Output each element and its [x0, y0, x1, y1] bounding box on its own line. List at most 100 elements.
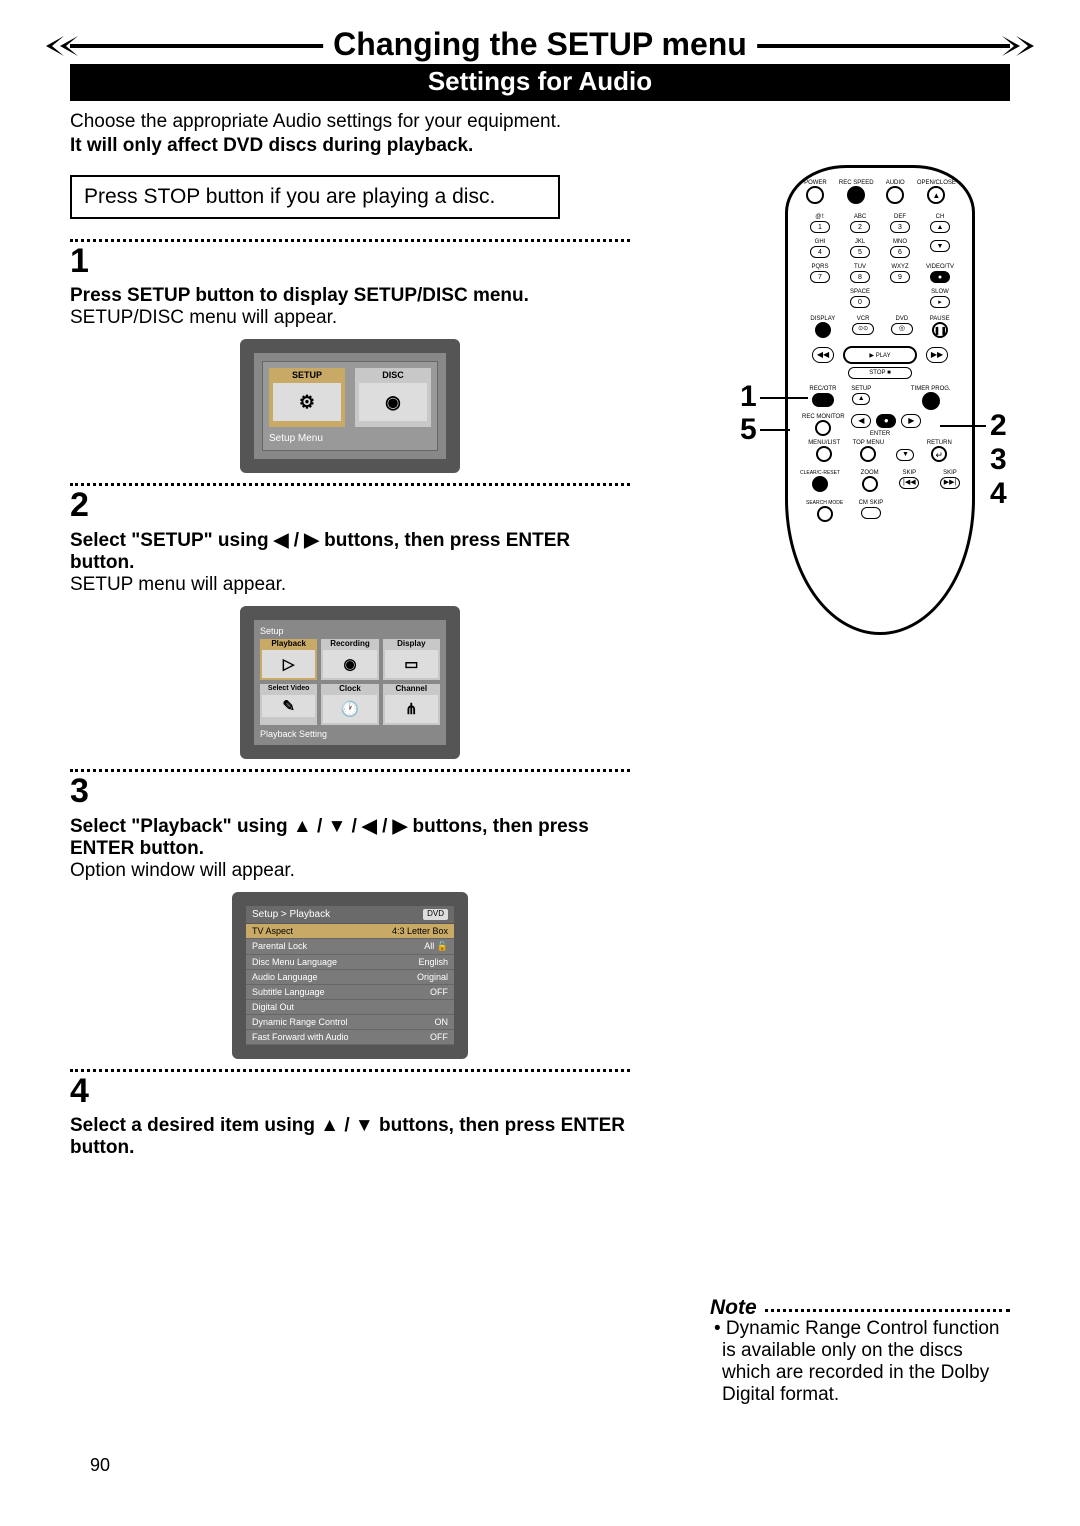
tv3-val: English: [418, 957, 448, 967]
step-number-3: 3: [70, 772, 630, 811]
page-title: Changing the SETUP menu: [323, 26, 757, 63]
zoom-button-icon: [862, 476, 878, 492]
remote-label: CM SKIP: [859, 500, 884, 506]
tv3-key: Subtitle Language: [252, 987, 325, 997]
tv3-key: Parental Lock: [252, 941, 307, 952]
pause-button-icon: ❚❚: [932, 322, 948, 338]
remote-label: SETUP: [851, 386, 871, 392]
remote-label: CLEAR/C-RESET: [800, 470, 840, 476]
tv2-tile: Select Video: [260, 684, 317, 693]
dir-down-button-icon: ▼: [896, 449, 914, 461]
tv3-key: Fast Forward with Audio: [252, 1032, 349, 1042]
remote-label: TOP MENU: [853, 440, 884, 446]
remote-diagram: POWER REC SPEED AUDIO OPEN/CLOSE▲ @!:1 A…: [740, 165, 1010, 635]
step-number-2: 2: [70, 486, 630, 525]
tv3-val: Original: [417, 972, 448, 982]
step-number-4: 4: [70, 1072, 630, 1111]
tv-screenshot-playback: Setup > PlaybackDVD TV Aspect4:3 Letter …: [232, 892, 468, 1059]
callout-1: 1: [740, 380, 757, 414]
rec-button-icon: [812, 393, 834, 407]
remote-label: SKIP: [899, 470, 919, 476]
tv3-key: Audio Language: [252, 972, 318, 982]
remote-label: POWER: [804, 180, 827, 186]
num-9-button: 9: [890, 271, 910, 283]
topmenu-button-icon: [860, 446, 876, 462]
tv3-val: 4:3 Letter Box: [392, 926, 448, 936]
tv3-breadcrumb: Setup > Playback: [252, 909, 330, 920]
tv2-tile: Recording: [321, 639, 378, 648]
tv3-badge: DVD: [423, 909, 448, 920]
tv2-tile: Clock: [321, 684, 378, 693]
cmskip-button-icon: [861, 507, 881, 519]
remote-label: RETURN: [927, 440, 952, 446]
stop-button-icon: STOP ■: [848, 367, 912, 379]
tv-screenshot-setup-menu: Setup Playback▷ Recording◉ Display▭ Sele…: [240, 606, 460, 759]
tv2-header: Setup: [260, 626, 440, 636]
intro-text: Choose the appropriate Audio settings fo…: [70, 111, 1010, 133]
arrow-all-icon: ▲ / ▼ / ◀ / ▶: [293, 816, 407, 837]
tv3-val: OFF: [430, 1032, 448, 1042]
play-button-icon: ▶ PLAY: [843, 346, 917, 364]
power-button-icon: [806, 186, 824, 204]
step1-body: SETUP/DISC menu will appear.: [70, 307, 630, 329]
remote-label: VCR: [852, 316, 874, 322]
dir-right-button-icon: ▶: [901, 414, 921, 428]
tv3-val: ON: [435, 1017, 449, 1027]
return-button-icon: ↵: [931, 446, 947, 462]
tv-caption: Setup Menu: [269, 433, 431, 444]
dir-left-button-icon: ◀: [851, 414, 871, 428]
step1-title: Press SETUP button to display SETUP/DISC…: [70, 285, 630, 307]
step3-title: Select "Playback" using ▲ / ▼ / ◀ / ▶ bu…: [70, 815, 630, 860]
remote-label: REC/OTR: [809, 386, 836, 392]
step3-body: Option window will appear.: [70, 860, 630, 882]
tv3-key: Dynamic Range Control: [252, 1017, 348, 1027]
callout-5: 5: [740, 413, 757, 447]
menu-button-icon: [816, 446, 832, 462]
remote-label: ZOOM: [861, 470, 879, 476]
remote-label: REC MONITOR: [802, 414, 845, 420]
callout-3: 3: [990, 443, 1007, 477]
num-3-button: 3: [890, 221, 910, 233]
num-4-button: 4: [810, 246, 830, 258]
header-bar: Changing the SETUP menu: [70, 30, 1010, 62]
remote-label: REC SPEED: [839, 180, 874, 186]
remote-label: DISPLAY: [810, 316, 835, 322]
remote-label: DVD: [891, 316, 913, 322]
step-number-1: 1: [70, 242, 630, 281]
arrow-up-down-icon: ▲ / ▼: [320, 1115, 373, 1136]
step4-title: Select a desired item using ▲ / ▼ button…: [70, 1115, 630, 1159]
note-body: • Dynamic Range Control function is avai…: [718, 1318, 1010, 1406]
slow-button: ▸: [930, 296, 950, 308]
tv3-key: Digital Out: [252, 1002, 294, 1012]
remote-label: MENU/LIST: [808, 440, 840, 446]
remote-label: SKIP: [940, 470, 960, 476]
search-button-icon: [817, 506, 833, 522]
recspeed-button-icon: [847, 186, 865, 204]
tv2-footer: Playback Setting: [260, 729, 440, 739]
clear-button-icon: [812, 476, 828, 492]
dir-enter-button-icon: ●: [876, 414, 896, 428]
remote-label: PAUSE: [930, 316, 950, 322]
num-1-button: 1: [810, 221, 830, 233]
skip-back-button-icon: |◀◀: [899, 477, 919, 489]
num-2-button: 2: [850, 221, 870, 233]
remote-label: TIMER PROG.: [911, 386, 951, 392]
remote-label: OPEN/CLOSE: [917, 180, 956, 186]
callout-2: 2: [990, 409, 1007, 443]
step2-title: Select "SETUP" using ◀ / ▶ buttons, then…: [70, 529, 630, 574]
setup-up-button-icon: ▲: [852, 393, 870, 405]
tv-tab-setup: SETUP: [269, 370, 345, 380]
page-subtitle: Settings for Audio: [70, 64, 1010, 101]
tv-tab-disc: DISC: [355, 370, 431, 380]
ch-up-button: ▲: [930, 221, 950, 233]
note-title: Note: [710, 1296, 763, 1320]
video-tv-button: ●: [930, 271, 950, 283]
note-box: Note • Dynamic Range Control function is…: [710, 1296, 1010, 1406]
enter-label: ENTER: [788, 431, 972, 437]
ch-down-button: ▼: [930, 240, 950, 252]
arrow-left-right-icon: ◀ / ▶: [274, 530, 319, 551]
tv-screenshot-setup-disc: SETUP⚙ DISC◉ Setup Menu: [240, 339, 460, 473]
tv3-key: Disc Menu Language: [252, 957, 337, 967]
stop-instruction-box: Press STOP button if you are playing a d…: [70, 175, 560, 219]
header-decor-right-icon: [1000, 30, 1040, 62]
